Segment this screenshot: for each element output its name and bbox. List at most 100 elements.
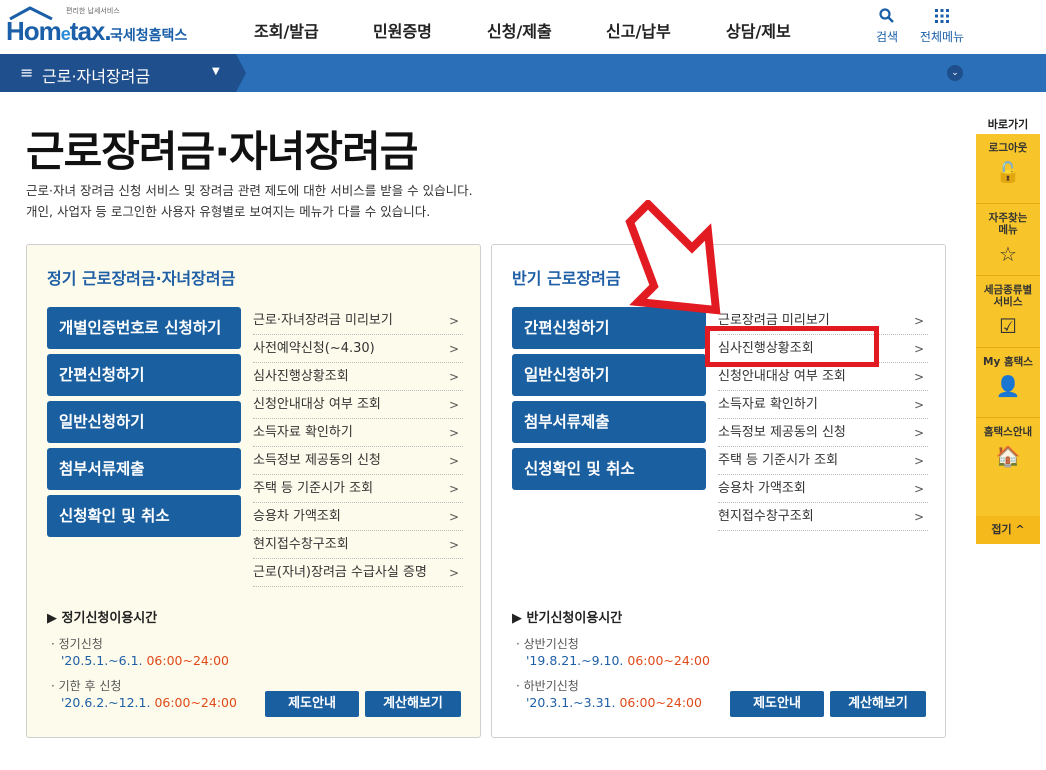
gnb-certificate[interactable]: 민원증명 [373, 18, 432, 42]
period-label-1: · 정기신청 [51, 637, 103, 651]
chevron-right-icon: > [448, 566, 459, 580]
gnb-inquiry[interactable]: 조회/발급 [254, 18, 319, 42]
chevron-right-icon: > [448, 398, 459, 412]
allmenu-button[interactable]: 전체메뉴 [916, 8, 968, 45]
gnb-apply[interactable]: 신청/제출 [487, 18, 552, 42]
grid-menu-icon [935, 9, 949, 23]
link-income-consent[interactable]: 소득정보 제공동의 신청 > [253, 447, 463, 475]
chevron-right-icon: > [448, 510, 459, 524]
house-hand-icon: 🏠 [995, 444, 1021, 468]
system-guide-button[interactable]: 제도안내 [265, 691, 359, 717]
period-date-1: '20.5.1.~6.1. 06:00~24:00 [61, 653, 230, 668]
link-local-desk[interactable]: 현지접수창구조회 > [718, 503, 928, 531]
star-icon: ☆ [999, 242, 1017, 266]
top-header: 편리한 납세서비스 Hometax. 국세청홈택스 조회/발급 민원증명 신청/… [0, 0, 1046, 54]
red-arrow-annotation [625, 200, 721, 315]
attach-documents-button[interactable]: 첨부서류제출 [47, 448, 241, 490]
chevron-right-icon: > [448, 370, 459, 384]
logo-tagline: 편리한 납세서비스 [66, 7, 120, 15]
search-label: 검색 [875, 30, 899, 44]
quick-hometax-guide[interactable]: 홈택스안내 🏠 [976, 418, 1040, 516]
search-icon [879, 8, 894, 23]
confirm-cancel-button[interactable]: 신청확인 및 취소 [47, 495, 241, 537]
quick-tax-service[interactable]: 세금종류별 서비스 ☑ [976, 276, 1040, 348]
chevron-right-icon: > [913, 342, 924, 356]
period-date-2: '20.3.1.~3.31. 06:00~24:00 [526, 695, 702, 710]
chevron-down-icon[interactable]: ⌄ [947, 65, 963, 81]
hamburger-icon: ≡ [20, 63, 34, 82]
quick-menu-fold-button[interactable]: 접기 ^ [976, 516, 1040, 544]
attach-documents-button[interactable]: 첨부서류제출 [512, 401, 706, 443]
link-local-desk[interactable]: 현지접수창구조회 > [253, 531, 463, 559]
allmenu-label: 전체메뉴 [919, 30, 965, 44]
link-receipt-proof[interactable]: 근로(자녀)장려금 수급사실 증명 > [253, 559, 463, 587]
location-arrow [236, 54, 246, 92]
link-eligibility[interactable]: 신청안내대상 여부 조회 > [253, 391, 463, 419]
general-apply-button[interactable]: 일반신청하기 [47, 401, 241, 443]
quick-menu-title: 바로가기 [987, 118, 1029, 131]
period-date-2: '20.6.2.~12.1. 06:00~24:00 [61, 695, 237, 710]
logo-text: Hometax. [6, 16, 112, 46]
chevron-right-icon: > [448, 426, 459, 440]
user-icon: 👤 [995, 374, 1021, 398]
link-car-value[interactable]: 승용차 가액조회 > [718, 475, 928, 503]
link-eligibility[interactable]: 신청안내대상 여부 조회 > [718, 363, 928, 391]
general-apply-button[interactable]: 일반신청하기 [512, 354, 706, 396]
link-income-data[interactable]: 소득자료 확인하기 > [253, 419, 463, 447]
panel-title: 반기 근로장려금 [512, 269, 621, 288]
location-title: 근로·자녀장려금 [42, 67, 151, 86]
location-bar: ≡ 근로·자녀장려금 ▼ ⌄ [0, 54, 1046, 92]
regular-incentive-panel: 정기 근로장려금·자녀장려금 개별인증번호로 신청하기 간편신청하기 일반신청하… [26, 244, 481, 738]
link-income-consent[interactable]: 소득정보 제공동의 신청 > [718, 419, 928, 447]
period-label-2: · 기한 후 신청 [51, 679, 122, 693]
checkbox-icon: ☑ [999, 314, 1017, 338]
page-title: 근로장려금·자녀장려금 [26, 127, 418, 176]
chevron-right-icon: > [913, 510, 924, 524]
link-housing-price[interactable]: 주택 등 기준시가 조회 > [718, 447, 928, 475]
logo-korean: 국세청홈택스 [110, 28, 188, 44]
red-highlight-box [705, 326, 879, 367]
link-review-status[interactable]: 심사진행상황조회 > [253, 363, 463, 391]
chevron-right-icon: > [913, 370, 924, 384]
period-title: ▶ 정기신청이용시간 [47, 611, 158, 626]
gnb-consult[interactable]: 상담/제보 [726, 18, 791, 42]
apply-with-pin-button[interactable]: 개별인증번호로 신청하기 [47, 307, 241, 349]
confirm-cancel-button[interactable]: 신청확인 및 취소 [512, 448, 706, 490]
chevron-right-icon: > [448, 342, 459, 356]
chevron-right-icon: > [913, 482, 924, 496]
link-housing-price[interactable]: 주택 등 기준시가 조회 > [253, 475, 463, 503]
semiannual-incentive-panel: 반기 근로장려금 간편신청하기 일반신청하기 첨부서류제출 신청확인 및 취소 … [491, 244, 946, 738]
quick-logout[interactable]: 로그아웃 🔓 [976, 134, 1040, 204]
quick-my-hometax[interactable]: My 홈택스 👤 [976, 348, 1040, 418]
caret-down-icon: ▼ [212, 66, 220, 77]
calculate-button[interactable]: 계산해보기 [365, 691, 461, 717]
hometax-logo[interactable]: 편리한 납세서비스 Hometax. 국세청홈택스 [6, 4, 196, 48]
chevron-right-icon: > [448, 314, 459, 328]
link-preview[interactable]: 근로·자녀장려금 미리보기 > [253, 307, 463, 335]
chevron-right-icon: > [448, 538, 459, 552]
quick-faq-menu[interactable]: 자주찾는 메뉴 ☆ [976, 204, 1040, 276]
location-selector[interactable]: ≡ 근로·자녀장려금 ▼ [0, 54, 236, 92]
link-income-data[interactable]: 소득자료 확인하기 > [718, 391, 928, 419]
quick-menu-box: 로그아웃 🔓 자주찾는 메뉴 ☆ 세금종류별 서비스 ☑ My 홈택스 👤 홈택… [976, 134, 1040, 544]
search-button[interactable]: 검색 [872, 8, 902, 45]
link-car-value[interactable]: 승용차 가액조회 > [253, 503, 463, 531]
system-guide-button[interactable]: 제도안내 [730, 691, 824, 717]
page-description-2: 개인, 사업자 등 로그인한 사용자 유형별로 보여지는 메뉴가 다를 수 있습… [26, 204, 431, 219]
link-pre-reservation[interactable]: 사전예약신청(~4.30) > [253, 335, 463, 363]
chevron-right-icon: > [913, 314, 924, 328]
panel-title: 정기 근로장려금·자녀장려금 [47, 269, 236, 288]
chevron-right-icon: > [913, 426, 924, 440]
period-date-1: '19.8.21.~9.10. 06:00~24:00 [526, 653, 710, 668]
chevron-right-icon: > [448, 454, 459, 468]
chevron-right-icon: > [913, 454, 924, 468]
chevron-right-icon: > [913, 398, 924, 412]
period-label-2: · 하반기신청 [516, 679, 579, 693]
period-label-1: · 상반기신청 [516, 637, 579, 651]
simple-apply-button[interactable]: 간편신청하기 [47, 354, 241, 396]
chevron-right-icon: > [448, 482, 459, 496]
period-title: ▶ 반기신청이용시간 [512, 611, 623, 626]
unlock-icon: 🔓 [995, 160, 1021, 184]
calculate-button[interactable]: 계산해보기 [830, 691, 926, 717]
gnb-report[interactable]: 신고/납부 [606, 18, 671, 42]
